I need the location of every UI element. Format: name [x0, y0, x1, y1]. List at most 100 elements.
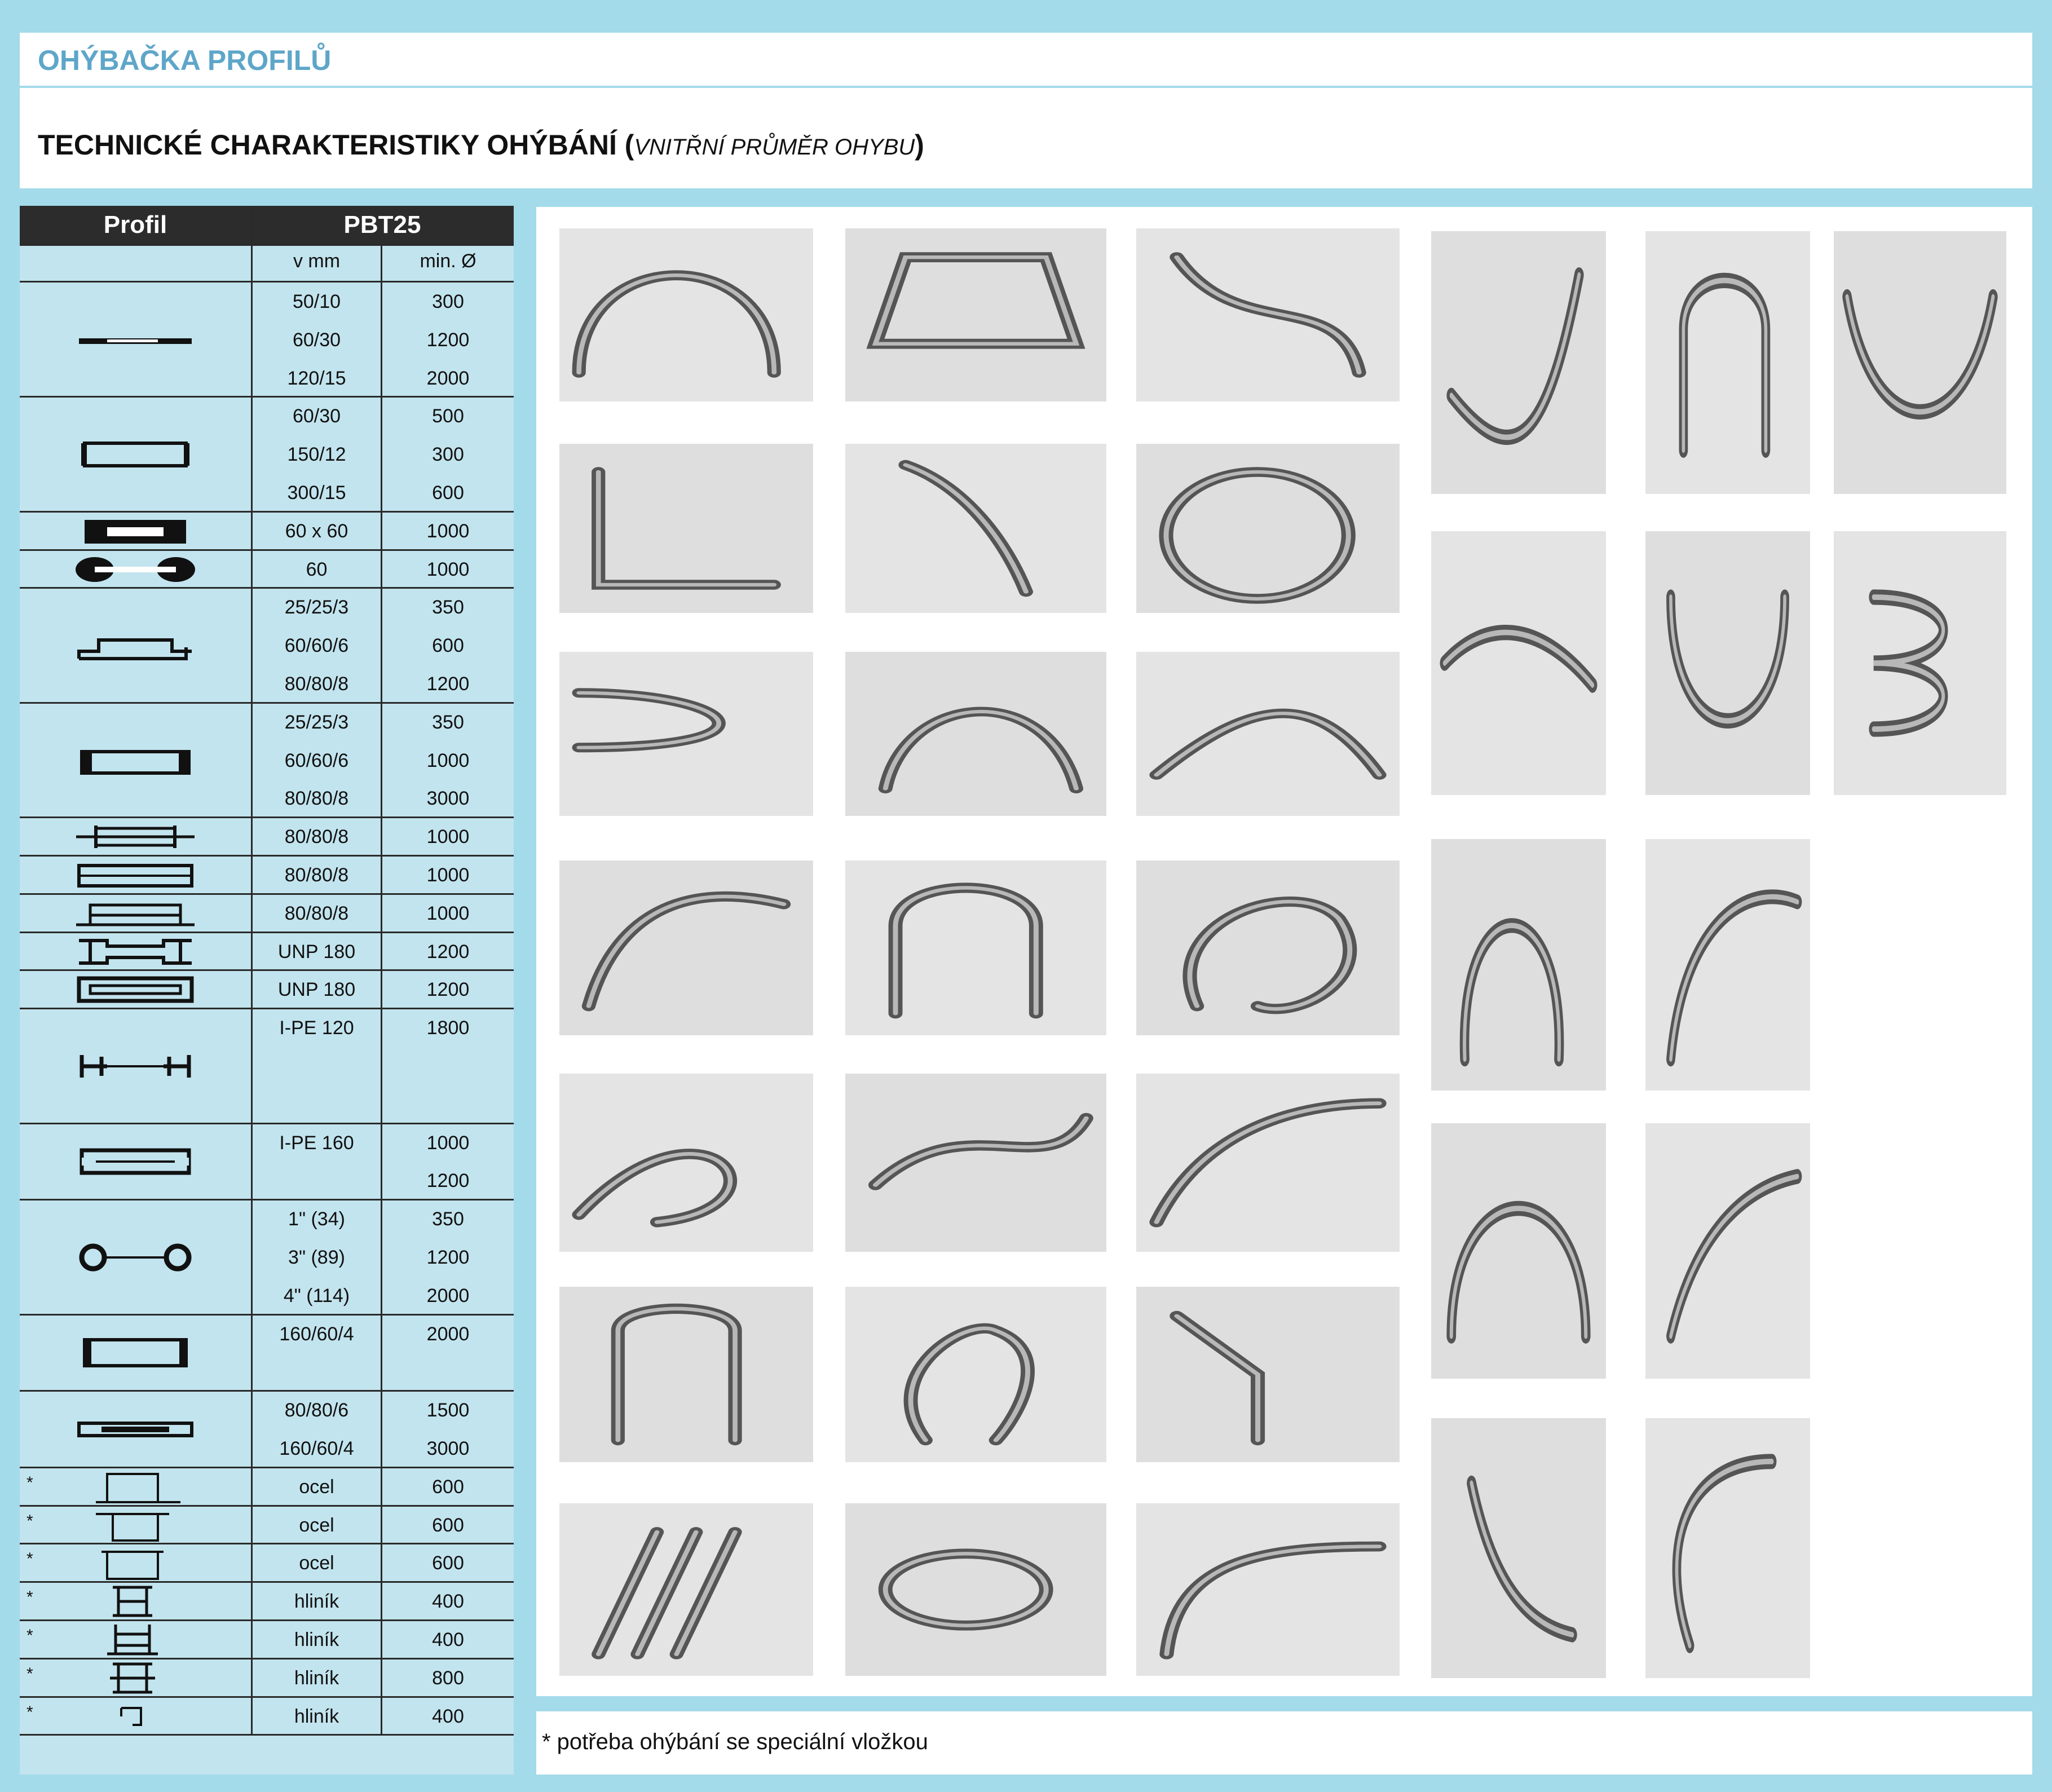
table-row: I-PE 120 1800: [20, 1009, 514, 1123]
profile-special-2-icon: [73, 1506, 197, 1548]
row-divider: [20, 1581, 514, 1583]
footnote-box: * potřeba ohýbání se speciální vložkou: [536, 1711, 2032, 1775]
page-header: OHÝBAČKA PROFILŮ TECHNICKÉ CHARAKTERISTI…: [20, 33, 2032, 188]
dimension-value: 25/25/3: [284, 597, 349, 619]
table-row: 1" (34) 350 3" (89) 1200 4" (114) 2000: [20, 1200, 514, 1314]
row-divider: [20, 1122, 514, 1124]
profile-tube-icon: [73, 1238, 197, 1280]
photo-curved-strip: [559, 860, 813, 1035]
dimension-value: 3" (89): [288, 1246, 345, 1268]
photo-triple-bend: [1136, 1287, 1400, 1462]
min-diameter-value: 3000: [426, 788, 470, 810]
dimension-value: 60/30: [292, 405, 341, 427]
dimension-value: UNP 180: [277, 979, 356, 1001]
min-diameter-value: 3000: [426, 1437, 470, 1459]
photo-twisted-tube: [559, 1074, 813, 1252]
table-row: 80/80/8 1000: [20, 894, 514, 933]
min-diameter-value: 1800: [426, 1017, 470, 1039]
profile-channel-icon: [73, 932, 197, 974]
photo-semicircle-rod: [1431, 1123, 1606, 1379]
table-row: * ocel 600: [20, 1468, 514, 1506]
photo-arch-rod: [1431, 839, 1606, 1091]
row-divider: [20, 701, 514, 704]
page-title: TECHNICKÉ CHARAKTERISTIKY OHÝBÁNÍ (VNITŘ…: [38, 129, 924, 161]
table-row: 80/80/8 1000: [20, 856, 514, 894]
row-divider: [20, 1466, 514, 1468]
profile-i-beam-icon: [73, 1047, 197, 1089]
table-row: * ocel 600: [20, 1544, 514, 1582]
photo-arch-stand: [559, 1287, 813, 1462]
row-divider: [20, 931, 514, 933]
min-diameter-value: 600: [432, 1552, 464, 1574]
photo-curved-channel: [845, 444, 1106, 613]
photo-coiled-tube: [845, 1503, 1106, 1676]
min-diameter-value: 1000: [426, 749, 470, 771]
dimension-value: 160/60/4: [279, 1323, 354, 1345]
row-divider: [20, 1734, 514, 1736]
dimension-value: 150/12: [287, 444, 346, 466]
min-diameter-value: 400: [432, 1705, 464, 1727]
min-diameter-value: 1000: [426, 826, 470, 848]
min-diameter-value: 350: [432, 711, 464, 733]
min-diameter-value: 1000: [426, 1132, 470, 1154]
dimension-value: 160/60/4: [279, 1437, 354, 1459]
special-insert-marker: *: [27, 1550, 33, 1569]
header-divider: [20, 86, 2032, 88]
dimension-value: 1" (34): [288, 1208, 345, 1230]
special-insert-marker: *: [27, 1473, 33, 1492]
min-diameter-value: 2000: [426, 367, 470, 389]
photo-curved-profiles: [1136, 652, 1400, 816]
profile-tee-2-icon: [73, 855, 197, 898]
special-insert-marker: *: [27, 1702, 33, 1722]
min-diameter-value: 1200: [426, 1246, 470, 1268]
row-divider: [20, 1657, 514, 1659]
table-row: 25/25/3 350 60/60/6 600 80/80/8 1200: [20, 588, 514, 703]
dimension-value: ocel: [299, 1514, 334, 1536]
photo-curved-extrusion: [1645, 839, 1810, 1091]
dimension-value: hliník: [294, 1629, 339, 1650]
photo-curved-flat-bar: [845, 652, 1106, 816]
profile-channel-upright-icon: [73, 970, 197, 1012]
photo-studded-bend: [1645, 1123, 1810, 1379]
min-diameter-value: 1200: [426, 979, 470, 1001]
photo-blue-strip-bend: [1431, 1418, 1606, 1678]
profile-flat-bar-upright-icon: [73, 435, 197, 477]
profile-square-icon: [73, 511, 197, 554]
min-diameter-value: 350: [432, 1208, 464, 1230]
min-diameter-value: 1000: [426, 558, 470, 580]
row-divider: [20, 969, 514, 972]
photo-helix-coil: [1834, 531, 2006, 795]
footnote: * potřeba ohýbání se speciální vložkou: [542, 1729, 928, 1754]
min-diameter-value: 1200: [426, 673, 470, 695]
dimension-value: 80/80/8: [284, 788, 349, 810]
profile-angle-upright-icon: [73, 740, 197, 783]
row-divider: [20, 587, 514, 589]
table-row: UNP 180 1200: [20, 933, 514, 971]
min-diameter-value: 400: [432, 1591, 464, 1613]
min-diameter-value: 600: [432, 1514, 464, 1536]
min-diameter-value: 800: [432, 1667, 464, 1689]
photo-gentle-curve: [1431, 531, 1606, 795]
column-divider: [381, 244, 382, 1736]
photo-bent-rods: [559, 228, 813, 401]
special-insert-marker: *: [27, 1664, 33, 1683]
dimension-value: hliník: [294, 1705, 339, 1727]
min-diameter-value: 1200: [426, 941, 470, 963]
profile-tee-3-icon: [73, 894, 197, 936]
row-divider: [20, 1504, 514, 1507]
photo-gallery: [536, 207, 2032, 1696]
table-row: 80/80/8 1000: [20, 818, 514, 856]
profile-alu-3-icon: [73, 1658, 197, 1701]
subheader-mm: v mm: [293, 250, 341, 272]
photo-s-curve-tube: [1136, 228, 1400, 401]
dimension-value: 50/10: [292, 291, 341, 312]
dimension-value: I-PE 120: [279, 1017, 354, 1039]
min-diameter-value: 300: [432, 291, 464, 312]
profile-rect-tube-upright-icon: [73, 1410, 197, 1452]
photo-u-bent-strip: [1645, 531, 1810, 795]
title-main: TECHNICKÉ CHARAKTERISTIKY OHÝBÁNÍ (: [38, 129, 634, 161]
dimension-value: I-PE 160: [279, 1132, 354, 1154]
photo-perforated-bend: [1431, 231, 1606, 494]
photo-nested-bends: [1834, 231, 2006, 494]
profile-flat-bar-icon: [73, 320, 197, 363]
